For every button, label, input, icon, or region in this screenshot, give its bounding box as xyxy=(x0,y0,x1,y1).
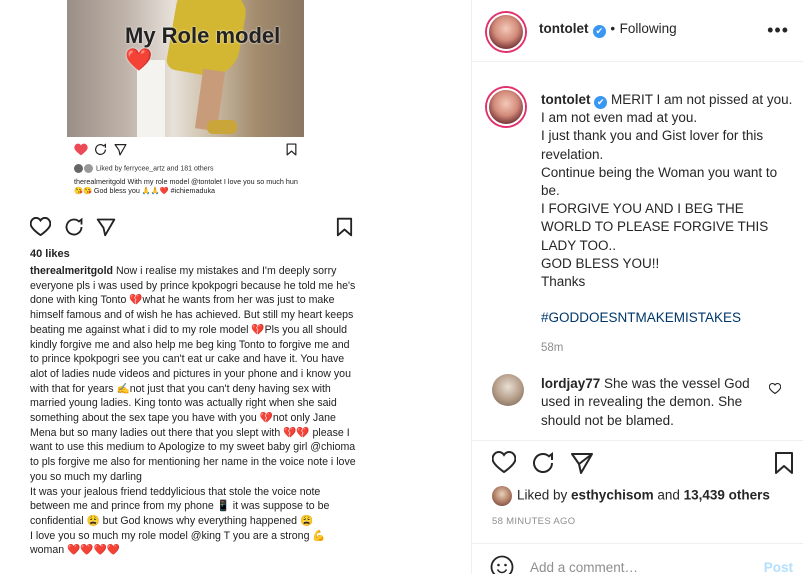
author-avatar[interactable] xyxy=(487,13,525,51)
caption-time[interactable]: 58m xyxy=(541,339,796,357)
caption-line: GOD BLESS YOU!! xyxy=(541,255,660,271)
inner-liked-by: Liked by ferrycee_artz and 181 others xyxy=(74,164,213,173)
screenshot-image: My Role model ❤️ Liked by ferrycee_artz … xyxy=(12,0,356,574)
outer-caption-text-2: It was your jealous friend teddylicious … xyxy=(30,485,330,527)
likes-count[interactable]: 13,439 others xyxy=(684,488,770,503)
outer-caption-text-3: I love you so much my role model @king T… xyxy=(30,529,326,557)
liked-by: Liked by esthychisom and 13,439 others xyxy=(492,486,770,506)
separator-dot: • xyxy=(610,21,616,36)
caption-avatar[interactable] xyxy=(487,88,525,126)
inner-share-icon xyxy=(114,144,127,156)
add-comment-bar: Add a comment… Post xyxy=(472,543,803,574)
comment-item: lordjay77 She was the vessel God used in… xyxy=(541,375,756,430)
liker-username[interactable]: esthychisom xyxy=(571,488,654,503)
inner-liker-avatar xyxy=(74,164,83,173)
inner-comment-icon xyxy=(95,143,106,155)
caption-line: I FORGIVE YOU AND I BEG THE WORLD TO PLE… xyxy=(541,201,769,253)
inner-action-bar xyxy=(74,143,304,163)
verified-icon: ✔ xyxy=(594,96,608,109)
comment-like-heart-icon[interactable] xyxy=(769,383,781,394)
post-button[interactable]: Post xyxy=(764,560,793,574)
outer-heart-icon xyxy=(30,217,51,236)
post-caption: tontolet ✔ MERIT I am not pissed at you.… xyxy=(541,91,796,358)
caption-line: I just thank you and Gist lover for this… xyxy=(541,128,764,162)
author-username[interactable]: tontolet xyxy=(539,21,589,36)
photo-heart-icon: ❤️ xyxy=(125,47,153,72)
inner-save-icon xyxy=(286,143,297,156)
caption-username[interactable]: tontolet xyxy=(541,92,591,107)
inner-liker-avatar xyxy=(84,164,93,173)
post-timestamp[interactable]: 58 MINUTES AGO xyxy=(492,516,575,527)
commenter-username[interactable]: lordjay77 xyxy=(541,376,600,391)
action-bar xyxy=(472,440,803,490)
post-media[interactable]: My Role model ❤️ Liked by ferrycee_artz … xyxy=(0,0,472,574)
outer-caption: therealmeritgold Now i realise my mistak… xyxy=(30,264,360,558)
commenter-avatar[interactable] xyxy=(492,374,524,406)
more-icon[interactable]: ••• xyxy=(767,20,789,41)
share-icon[interactable] xyxy=(570,451,594,475)
outer-comment-icon xyxy=(65,217,83,236)
outer-save-icon xyxy=(336,217,353,237)
save-icon[interactable] xyxy=(773,451,795,475)
outer-caption-text: Now i realise my mistakes and I'm deeply… xyxy=(30,265,356,483)
verified-icon: ✔ xyxy=(592,25,606,38)
emoji-icon[interactable] xyxy=(490,555,514,574)
outer-action-bar xyxy=(30,217,355,241)
caption-line: Thanks xyxy=(541,274,586,290)
following-button[interactable]: Following xyxy=(620,21,677,36)
outer-caption-user: therealmeritgold xyxy=(30,265,114,277)
like-heart-icon[interactable] xyxy=(492,451,516,473)
liker-avatar[interactable] xyxy=(492,486,512,506)
inner-caption: therealmeritgold With my role model @ton… xyxy=(74,177,298,195)
hashtag-link[interactable]: #GODDOESNTMAKEMISTAKES xyxy=(541,310,741,325)
post-header: tontolet ✔ • Following ••• xyxy=(472,0,803,62)
outer-likes-count: 40 likes xyxy=(30,248,70,260)
author-line: tontolet ✔ • Following xyxy=(539,20,677,38)
comments-list[interactable]: tontolet ✔ MERIT I am not pissed at you.… xyxy=(472,63,803,438)
outer-share-icon xyxy=(96,218,116,237)
photo-caption: My Role model ❤️ xyxy=(125,23,281,72)
comment-input[interactable]: Add a comment… xyxy=(530,560,638,574)
post-sidebar: tontolet ✔ • Following ••• tontolet ✔ ME… xyxy=(472,0,803,574)
caption-line: Continue being the Woman you want to be. xyxy=(541,164,778,199)
inner-heart-icon xyxy=(74,143,88,156)
comment-icon[interactable] xyxy=(531,451,555,475)
